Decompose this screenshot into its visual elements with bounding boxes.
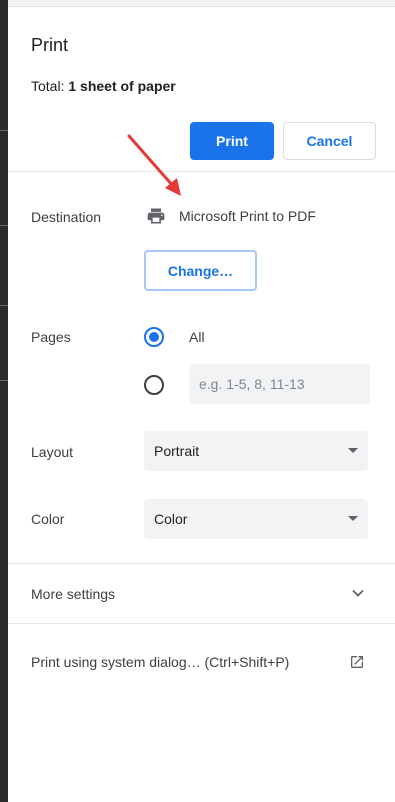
background-divider <box>0 225 8 226</box>
more-settings-toggle[interactable]: More settings <box>8 565 395 621</box>
pages-all-radio[interactable] <box>144 327 164 347</box>
window-top-edge <box>8 0 395 7</box>
summary-value: 1 sheet of paper <box>68 78 176 94</box>
header-divider <box>8 171 395 172</box>
change-destination-button[interactable]: Change… <box>144 250 257 291</box>
background-divider <box>0 305 8 306</box>
system-dialog-link[interactable]: Print using system dialog… (Ctrl+Shift+P… <box>8 633 395 689</box>
more-settings-label: More settings <box>31 586 116 602</box>
printer-icon <box>147 208 165 224</box>
dialog-title: Print <box>31 35 69 55</box>
destination-label: Destination <box>31 209 102 225</box>
summary-prefix: Total: <box>31 78 69 94</box>
color-value: Color <box>154 511 188 527</box>
background-divider <box>0 130 8 131</box>
dropdown-arrow-icon <box>348 516 358 521</box>
sheet-summary: Total: 1 sheet of paper <box>31 78 176 94</box>
layout-select[interactable]: Portrait <box>144 431 368 471</box>
destination-name: Microsoft Print to PDF <box>179 208 316 224</box>
cancel-button[interactable]: Cancel <box>283 122 376 160</box>
pages-label: Pages <box>31 329 71 345</box>
system-dialog-label: Print using system dialog… (Ctrl+Shift+P… <box>31 654 290 670</box>
chevron-down-icon <box>352 589 364 597</box>
dropdown-arrow-icon <box>348 448 358 453</box>
pages-custom-radio[interactable] <box>144 375 164 395</box>
background-divider <box>0 380 8 381</box>
print-dialog: Print Total: 1 sheet of paper Print Canc… <box>8 7 395 802</box>
custom-pages-input[interactable] <box>189 364 370 404</box>
color-select[interactable]: Color <box>144 499 368 539</box>
color-label: Color <box>31 511 65 527</box>
open-in-new-icon <box>351 656 363 668</box>
footer-divider <box>8 623 395 624</box>
print-button[interactable]: Print <box>190 122 274 160</box>
layout-value: Portrait <box>154 443 200 459</box>
background-window-edge <box>0 0 8 802</box>
settings-divider <box>8 563 395 564</box>
pages-all-label[interactable]: All <box>189 329 205 345</box>
layout-label: Layout <box>31 444 74 460</box>
annotation-arrow <box>127 134 181 196</box>
